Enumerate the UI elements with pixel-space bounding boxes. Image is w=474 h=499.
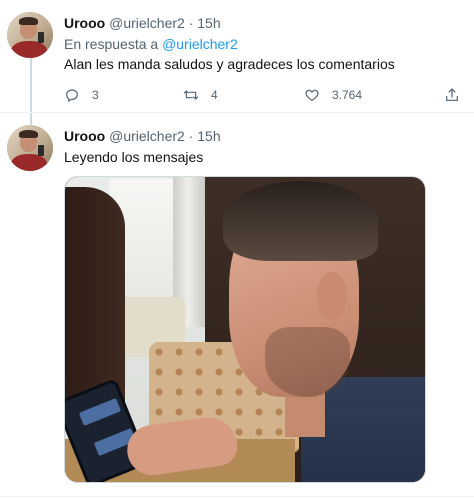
retweet-button[interactable]: 4 [183, 85, 218, 105]
reply-button[interactable]: 3 [64, 85, 99, 105]
retweet-count: 4 [211, 88, 218, 102]
bottom-divider [0, 496, 474, 497]
timestamp[interactable]: 15h [197, 15, 220, 31]
reply-context: En respuesta a @urielcher2 [64, 35, 238, 53]
separator-dot: · [188, 15, 194, 31]
retweet-icon [183, 90, 199, 100]
tweet-header: Urooo @urielcher2 · 15h [64, 127, 221, 145]
avatar[interactable] [7, 12, 53, 58]
like-count: 3.764 [332, 88, 363, 102]
display-name[interactable]: Urooo [64, 128, 105, 144]
like-button[interactable]: 3.764 [304, 85, 362, 105]
user-handle[interactable]: @urielcher2 [109, 15, 185, 31]
tweet-photo[interactable] [64, 176, 426, 483]
reply-mention-link[interactable]: @urielcher2 [162, 36, 238, 52]
tweet-2[interactable]: Urooo @urielcher2 · 15h Leyendo los mens… [0, 113, 474, 499]
separator-dot: · [188, 128, 194, 144]
reply-icon [66, 89, 78, 102]
tweet-1[interactable]: Urooo @urielcher2 · 15h En respuesta a @… [0, 0, 474, 130]
user-handle[interactable]: @urielcher2 [109, 128, 185, 144]
reply-prefix: En respuesta a [64, 36, 159, 52]
tweet-actions: 3 4 3.764 [64, 85, 466, 105]
share-icon [446, 88, 458, 101]
tweet-text: Leyendo los mensajes [64, 149, 204, 165]
share-button[interactable] [444, 85, 460, 105]
timestamp[interactable]: 15h [197, 128, 220, 144]
display-name[interactable]: Urooo [64, 15, 105, 31]
tweet-text: Alan les manda saludos y agradeces los c… [64, 56, 395, 72]
tweet-header: Urooo @urielcher2 · 15h [64, 14, 221, 32]
avatar[interactable] [7, 125, 53, 171]
reply-count: 3 [92, 88, 99, 102]
heart-icon [305, 89, 319, 101]
